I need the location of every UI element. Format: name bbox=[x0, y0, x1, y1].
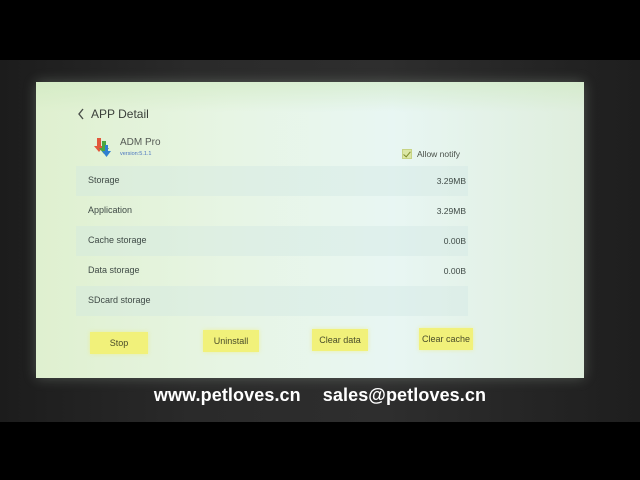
row-label: Cache storage bbox=[88, 235, 147, 245]
header: APP Detail bbox=[76, 104, 149, 124]
projected-screen: APP Detail ADM Pro version:5.1.1 Allow n… bbox=[36, 82, 584, 378]
row-label: SDcard storage bbox=[88, 295, 151, 305]
row-label: Data storage bbox=[88, 265, 140, 275]
row-value: 3.29MB bbox=[436, 206, 466, 216]
email-text: sales@petloves.cn bbox=[322, 384, 487, 405]
page-title: APP Detail bbox=[91, 107, 149, 121]
app-name: ADM Pro bbox=[120, 137, 161, 148]
data-storage-row: Data storage 0.00B bbox=[76, 256, 468, 286]
uninstall-button[interactable]: Uninstall bbox=[203, 330, 259, 352]
app-version: version:5.1.1 bbox=[120, 151, 152, 157]
allow-notify-checkbox[interactable] bbox=[402, 149, 412, 159]
clear-cache-button[interactable]: Clear cache bbox=[419, 328, 473, 350]
sdcard-storage-row: SDcard storage bbox=[76, 286, 468, 316]
stop-button[interactable]: Stop bbox=[90, 332, 148, 354]
allow-notify-toggle[interactable]: Allow notify bbox=[402, 149, 460, 159]
allow-notify-label: Allow notify bbox=[417, 149, 460, 159]
back-arrow-icon[interactable] bbox=[76, 107, 86, 121]
row-value: 3.29MB bbox=[436, 176, 466, 186]
cache-storage-row: Cache storage 0.00B bbox=[76, 226, 468, 256]
row-value: 0.00B bbox=[443, 236, 466, 246]
row-label: Storage bbox=[88, 175, 120, 185]
app-icon bbox=[92, 136, 112, 158]
storage-row: Storage 3.29MB bbox=[76, 166, 468, 196]
watermark-footer: www.petloves.cn sales@petloves.cn bbox=[0, 380, 640, 410]
clear-data-button[interactable]: Clear data bbox=[312, 329, 368, 351]
website-text: www.petloves.cn bbox=[153, 384, 301, 405]
application-row: Application 3.29MB bbox=[76, 196, 468, 226]
row-label: Application bbox=[88, 205, 133, 215]
row-value: 0.00B bbox=[443, 266, 466, 276]
